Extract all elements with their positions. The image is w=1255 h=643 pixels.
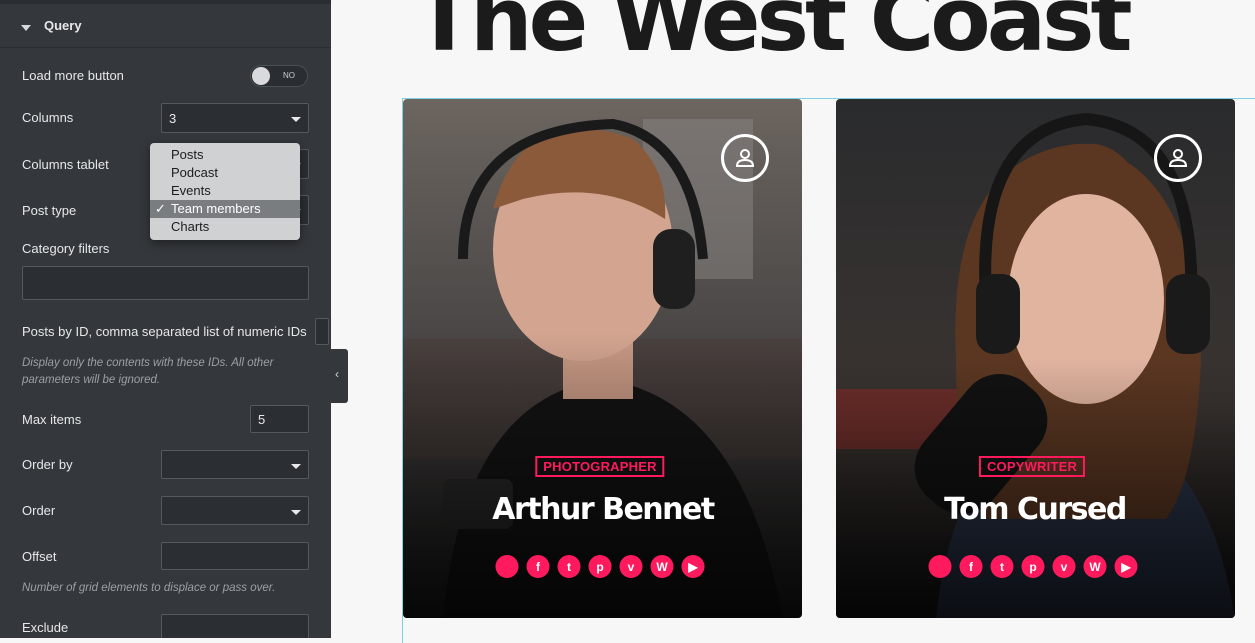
post-type-option-events[interactable]: Events: [150, 182, 300, 200]
facebook-icon[interactable]: f: [959, 555, 983, 578]
columns-select[interactable]: 3: [161, 103, 309, 133]
member-name[interactable]: Tom Cursed: [944, 492, 1127, 527]
social-links: f t p v W ▶: [495, 555, 705, 578]
vimeo-icon[interactable]: v: [619, 555, 643, 578]
member-role: COPYWRITER: [978, 456, 1086, 477]
order-by-select[interactable]: [161, 450, 309, 479]
offset-input[interactable]: [161, 542, 309, 570]
caret-down-icon: [21, 25, 31, 31]
posts-by-id-note: Display only the contents with these IDs…: [22, 357, 274, 386]
pinterest-icon[interactable]: p: [588, 555, 612, 578]
option-label: Team members: [171, 201, 261, 216]
order-select[interactable]: [161, 496, 309, 525]
offset-label: Offset: [22, 549, 57, 564]
category-filters-input[interactable]: [22, 266, 309, 300]
post-type-label: Post type: [22, 203, 77, 218]
wordpress-icon[interactable]: W: [650, 555, 674, 578]
page-headline: The West Coast: [414, 0, 1133, 71]
category-filters-label: Category filters: [22, 241, 110, 256]
user-icon: [735, 149, 755, 167]
order-label: Order: [22, 503, 56, 518]
option-label: Charts: [171, 219, 210, 234]
query-section-header[interactable]: Query: [0, 4, 331, 48]
member-name[interactable]: Arthur Bennet: [492, 492, 715, 527]
section-title: Query: [44, 18, 82, 33]
toggle-text: NO: [283, 71, 295, 80]
chevron-down-icon: [291, 464, 301, 469]
youtube-icon[interactable]: ▶: [681, 555, 705, 578]
collapse-panel-handle[interactable]: ‹: [331, 349, 348, 403]
option-label: Events: [171, 183, 211, 198]
posts-by-id-label: Posts by ID, comma separated list of num…: [22, 324, 307, 339]
settings-panel: Query Load more button NO Columns 3 Colu…: [0, 0, 331, 638]
max-items-value: 5: [258, 412, 266, 427]
apple-icon[interactable]: [495, 555, 519, 578]
post-type-option-charts[interactable]: Charts: [150, 218, 300, 236]
columns-label: Columns: [22, 110, 74, 125]
post-type-option-podcast[interactable]: Podcast: [150, 164, 300, 182]
youtube-icon[interactable]: ▶: [1114, 555, 1138, 578]
post-type-option-team-members[interactable]: ✓ Team members: [150, 200, 300, 218]
checkmark-icon: ✓: [155, 201, 166, 216]
pinterest-icon[interactable]: p: [1021, 555, 1045, 578]
social-links: f t p v W ▶: [928, 555, 1138, 578]
twitter-icon[interactable]: t: [557, 555, 581, 578]
twitter-icon[interactable]: t: [990, 555, 1014, 578]
chevron-down-icon: [291, 117, 301, 122]
post-type-dropdown-menu: Posts Podcast Events ✓ Team members Chart…: [150, 143, 300, 240]
offset-note: Number of grid elements to displace or p…: [22, 582, 276, 594]
order-by-label: Order by: [22, 457, 73, 472]
posts-by-id-input[interactable]: [315, 318, 329, 345]
columns-value: 3: [169, 111, 177, 126]
apple-icon[interactable]: [928, 555, 952, 578]
member-role: PHOTOGRAPHER: [535, 456, 665, 477]
chevron-left-icon: ‹: [335, 367, 339, 381]
user-icon: [1168, 149, 1188, 167]
profile-button[interactable]: [721, 134, 769, 182]
post-type-option-posts[interactable]: Posts: [150, 146, 300, 164]
toggle-knob: [252, 67, 270, 85]
load-more-toggle[interactable]: NO: [250, 65, 308, 87]
option-label: Podcast: [171, 165, 218, 180]
vimeo-icon[interactable]: v: [1052, 555, 1076, 578]
max-items-input[interactable]: 5: [250, 405, 309, 433]
exclude-input[interactable]: [161, 614, 309, 638]
chevron-down-icon: [291, 510, 301, 515]
max-items-label: Max items: [22, 412, 82, 427]
team-member-card[interactable]: COPYWRITER Tom Cursed f t p v W ▶: [836, 99, 1235, 618]
team-member-card[interactable]: PHOTOGRAPHER Arthur Bennet f t p v W ▶: [403, 99, 802, 618]
facebook-icon[interactable]: f: [526, 555, 550, 578]
wordpress-icon[interactable]: W: [1083, 555, 1107, 578]
profile-button[interactable]: [1154, 134, 1202, 182]
option-label: Posts: [171, 147, 204, 162]
columns-tablet-label: Columns tablet: [22, 157, 109, 172]
exclude-label: Exclude: [22, 620, 69, 635]
load-more-label: Load more button: [22, 68, 124, 83]
